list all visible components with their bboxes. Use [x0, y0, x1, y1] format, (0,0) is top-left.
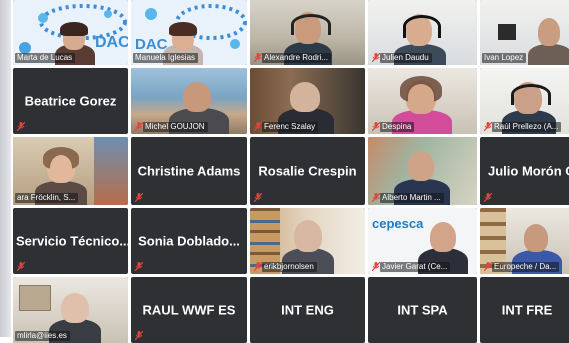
participant-display-name: Christine Adams [137, 163, 241, 179]
logo-text: DAC [135, 36, 168, 53]
mic-muted-icon [372, 262, 380, 271]
logo-text: DAC [95, 34, 128, 51]
participant-tile[interactable]: Europeche / Da... [480, 208, 569, 274]
wall-picture [19, 285, 51, 311]
participant-display-name: Servicio Técnico... [16, 233, 128, 249]
participant-name: Raúl Prellezo (A... [492, 122, 562, 132]
participant-display-name: INT FRE [501, 302, 553, 318]
participant-tile[interactable]: Beatrice Gorez [13, 68, 128, 134]
participant-tile-active-speaker[interactable]: Ivan Lopez [480, 0, 569, 65]
mic-muted-icon [484, 122, 492, 131]
mic-muted-icon [135, 331, 143, 340]
mic-muted-icon [254, 262, 262, 271]
participant-name: Manuela Iglesias [133, 53, 199, 63]
participant-display-name: Beatrice Gorez [24, 93, 117, 109]
participant-tile[interactable]: DAC Marta de Lucas [13, 0, 128, 65]
mic-muted-icon [372, 122, 380, 131]
wall-art [94, 137, 128, 205]
participant-name: Michel GOUJON [143, 122, 208, 132]
participant-name: Europeche / Da... [492, 262, 560, 272]
participant-tile[interactable]: Despina [368, 68, 477, 134]
mic-muted-icon [135, 193, 143, 202]
participant-display-name: Julio Morón Ol [488, 163, 569, 179]
speaker-device [498, 24, 516, 40]
participant-tile[interactable]: erikbjornolsen [250, 208, 365, 274]
participant-gallery: DAC Marta de Lucas DAC Manuela Iglesias [13, 0, 569, 343]
participant-tile[interactable]: INT SPA [368, 277, 477, 343]
headset-icon [403, 15, 441, 38]
mic-muted-icon [254, 193, 262, 202]
mic-muted-icon [135, 122, 143, 131]
participant-tile[interactable]: Julien Daudu [368, 0, 477, 65]
video-conference-window: DAC Marta de Lucas DAC Manuela Iglesias [0, 0, 569, 343]
participant-tile[interactable]: Alexandre Rodri... [250, 0, 365, 65]
mic-muted-icon [484, 262, 492, 271]
participant-name: erikbjornolsen [262, 262, 317, 272]
participant-tile[interactable]: RAUL WWF ES [131, 277, 247, 343]
participant-display-name: Sonia Doblado... [138, 233, 240, 249]
mic-muted-icon [254, 122, 262, 131]
participant-name: Ivan Lopez [482, 53, 527, 63]
participant-tile[interactable]: Michel GOUJON [131, 68, 247, 134]
participant-name: Marta de Lucas [15, 53, 76, 63]
participant-display-name: Rosalie Crespin [258, 163, 357, 179]
participant-tile[interactable]: Servicio Técnico... [13, 208, 128, 274]
participant-tile[interactable]: Christine Adams [131, 137, 247, 205]
mic-muted-icon [372, 53, 380, 62]
mic-muted-icon [135, 262, 143, 271]
participant-name: Julien Daudu [380, 53, 432, 63]
mic-muted-icon [17, 262, 25, 271]
participant-display-name: INT SPA [397, 302, 448, 318]
participant-tile[interactable]: DAC Manuela Iglesias [131, 0, 247, 65]
headset-icon [511, 84, 551, 105]
participant-tile[interactable]: INT ENG [250, 277, 365, 343]
participant-name: Javier Garat (Ce... [380, 262, 451, 272]
participant-name: Alexandre Rodri... [262, 53, 332, 63]
participant-name: ara Fröcklin, S... [15, 193, 79, 203]
participant-name: mlirla@iies.es [15, 331, 70, 341]
participant-tile[interactable]: cepesca Javier Garat (Ce... [368, 208, 477, 274]
participant-tile[interactable]: Sonia Doblado... [131, 208, 247, 274]
participant-tile[interactable]: mlirla@iies.es [13, 277, 128, 343]
logo-text: cepesca [372, 216, 424, 231]
monitor-bezel [0, 0, 11, 337]
mic-muted-icon [484, 193, 492, 202]
participant-tile[interactable]: Julio Morón Ol [480, 137, 569, 205]
headset-icon [291, 14, 331, 35]
participant-tile[interactable]: Rosalie Crespin [250, 137, 365, 205]
participant-display-name: INT ENG [281, 302, 334, 318]
participant-name: Ferenc Szalay [262, 122, 319, 132]
participant-tile[interactable]: Alberto Martin ... [368, 137, 477, 205]
participant-tile[interactable]: ara Fröcklin, S... [13, 137, 128, 205]
participant-name: Despina [380, 122, 415, 132]
mic-muted-icon [254, 53, 262, 62]
mic-muted-icon [372, 193, 380, 202]
participant-name: Alberto Martin ... [380, 193, 444, 203]
participant-tile[interactable]: Raúl Prellezo (A... [480, 68, 569, 134]
mic-muted-icon [17, 122, 25, 131]
participant-tile[interactable]: INT FRE [480, 277, 569, 343]
participant-display-name: RAUL WWF ES [142, 302, 236, 318]
participant-tile[interactable]: Ferenc Szalay [250, 68, 365, 134]
